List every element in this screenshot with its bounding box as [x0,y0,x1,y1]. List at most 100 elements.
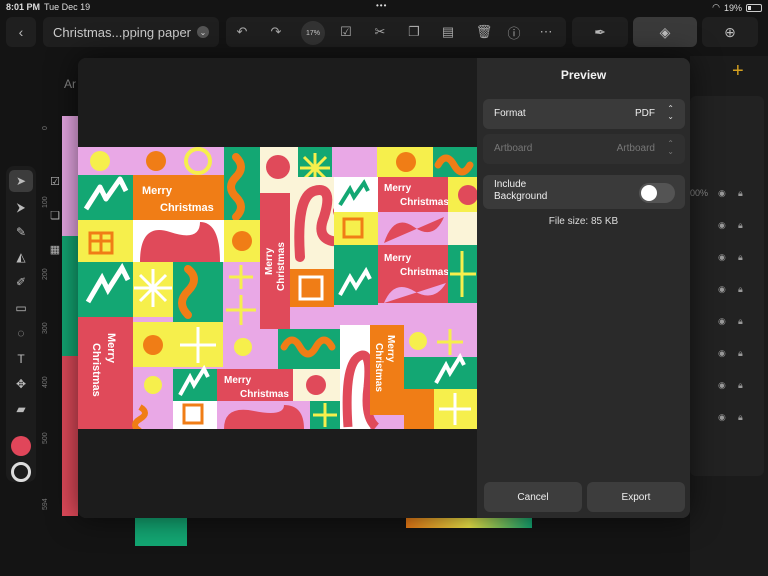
brush-icon[interactable]: ✐ [9,271,33,293]
greeting-vertical-1: Merry [264,247,275,275]
pen-settings-button[interactable]: ✒ [572,17,628,47]
ruler-mark: 0 [42,126,49,130]
artboard-selector[interactable]: Artboard Artboard ⌃ ⌄ [483,134,685,164]
eye-icon[interactable]: ◉ [718,220,726,231]
lock-icon[interactable]: 🔒︎ [738,412,743,423]
help-icon[interactable]: ⓘ [502,17,526,47]
up-down-chevron-icon: ⌃ ⌄ [667,139,674,156]
battery-label: 19% [723,2,742,13]
arrow-icon[interactable]: ➤ [9,170,33,192]
artboard-label: Artboard [494,143,533,154]
fill-color-swatch[interactable] [11,436,31,456]
eraser-icon[interactable]: ▰ [9,398,33,420]
add-icon: ⊕ [724,23,736,40]
format-label: Format [494,108,526,119]
ruler-mark: 400 [42,376,49,388]
lock-icon[interactable]: 🔒︎ [738,380,743,391]
edit-tools-group: ↶ ↷ 17% ☑ ✂ ❐ ▤ 🗑 ⓘ ⋯ [226,17,566,47]
toggle-knob [641,185,657,201]
include-background-row: Include Background [483,175,685,209]
greeting-line-2b: Christmas [400,197,449,208]
export-button[interactable]: Export [587,482,685,512]
eye-icon[interactable]: ◉ [718,412,726,423]
greeting-line-2: Christmas [160,202,214,214]
format-selector[interactable]: Format PDF ⌃ ⌄ [483,99,685,129]
background-label-line-1: Include [494,179,527,190]
direct-select-icon[interactable]: ⮞ [9,196,33,218]
tool-column: ➤ ⮞ ✎ ◭ ✐ ▭ ◌ T ✥ ▰ [6,166,36,482]
greeting-vertical-2: Christmas [276,242,287,291]
layers-panel: + 00% ◉ 🔒︎ ◉ 🔒︎ ◉ 🔒︎ ◉ 🔒︎ ◉ 🔒︎ ◉ 🔒︎ ◉ 🔒︎ ◉ 🔒︎ [690,56,768,576]
pen-tool-icon[interactable]: ✎ [9,221,33,243]
layers-button[interactable]: ◈ [633,17,697,47]
more-icon[interactable]: ⋯ [534,17,558,47]
up-down-chevron-icon: ⌃ ⌄ [667,104,674,121]
lasso-icon[interactable]: ◌ [9,322,33,344]
paste-icon[interactable]: ▤ [436,17,460,47]
eye-icon[interactable]: ◉ [718,348,726,359]
lock-icon[interactable]: 🔒︎ [738,316,743,327]
stroke-color-swatch[interactable] [11,462,31,482]
status-right: ◠ 19% [712,2,762,13]
eye-icon[interactable]: ◉ [718,284,726,295]
clipboard-icon[interactable]: ☑ [44,170,66,192]
ruler-mark: 300 [42,322,49,334]
ruler-mark: 500 [42,432,49,444]
cancel-button[interactable]: Cancel [484,482,582,512]
eye-icon[interactable]: ◉ [718,316,726,327]
greeting-line-1d: Merry [224,375,252,386]
format-value: PDF [635,108,655,119]
app-screen: 8:01 PM Tue Dec 19 ••• ◠ 19% ‹ Christmas… [0,0,768,576]
layer-opacity: 00% [690,188,709,198]
lock-icon[interactable]: 🔒︎ [738,252,743,263]
greeting-line-2d: Christmas [240,389,289,400]
artwork-preview: Merry Christmas Merry Christmas Merry Ch… [78,147,477,429]
back-button[interactable]: ‹ [6,17,36,47]
top-toolbar: ‹ Christmas...pping paper ⌄ ↶ ↷ 17% ☑ ✂ … [0,14,768,50]
multitask-dots[interactable]: ••• [376,1,387,10]
copy-icon[interactable]: ❐ [402,17,426,47]
lock-icon[interactable]: 🔒︎ [738,284,743,295]
lock-icon[interactable]: 🔒︎ [738,348,743,359]
layers-icon: ◈ [659,23,671,40]
undo-icon[interactable]: ↶ [230,17,254,47]
wifi-icon: ◠ [712,2,720,12]
battery-icon [746,3,762,12]
select-box-icon[interactable]: ☑ [334,17,358,47]
greeting-line-1c: Merry [384,253,412,264]
add-layer-icon[interactable]: + [732,60,744,83]
redo-icon[interactable]: ↷ [264,17,288,47]
file-size-text: File size: 85 KB [548,216,619,227]
background-label-line-2: Background [494,191,548,202]
greeting-vertical-5: Merry [385,335,396,363]
add-button[interactable]: ⊕ [702,17,758,47]
eye-icon[interactable]: ◉ [718,188,726,199]
greeting-vertical-4: Christmas [90,343,102,397]
transform-icon[interactable]: ✥ [9,373,33,395]
greeting-vertical-3: Merry [105,333,117,364]
zoom-level[interactable]: 17% [301,21,325,45]
document-name-button[interactable]: Christmas...pping paper ⌄ [43,17,219,47]
rectangle-icon[interactable]: ▭ [9,297,33,319]
canvas-artwork-bottom [135,518,187,546]
preview-area: Merry Christmas Merry Christmas Merry Ch… [78,58,477,518]
ruler-mark: 200 [42,268,49,280]
text-icon[interactable]: T [9,348,33,370]
scissors-icon[interactable]: ✂ [368,17,392,47]
include-background-toggle[interactable] [639,183,675,203]
canvas-artwork-bottom-2 [406,518,532,528]
greeting-vertical-6: Christmas [373,343,384,392]
lock-icon[interactable]: 🔒︎ [738,220,743,231]
eye-icon[interactable]: ◉ [718,252,726,263]
node-icon[interactable]: ◭ [9,246,33,268]
include-background-label: Include Background [494,179,547,203]
secondary-tool-column: ☑ ❏ ▦ [42,166,68,270]
trash-icon[interactable]: 🗑 [472,17,496,47]
lock-icon[interactable]: 🔒︎ [738,188,743,199]
image-icon[interactable]: ▦ [44,238,66,260]
layer-list: 00% ◉ 🔒︎ ◉ 🔒︎ ◉ 🔒︎ ◉ 🔒︎ ◉ 🔒︎ ◉ 🔒︎ ◉ 🔒︎ ◉ 🔒︎ [690,96,764,476]
pen-icon: ✒ [594,23,606,40]
modal-title: Preview [560,68,607,82]
eye-icon[interactable]: ◉ [718,380,726,391]
document-icon[interactable]: ❏ [44,204,66,226]
